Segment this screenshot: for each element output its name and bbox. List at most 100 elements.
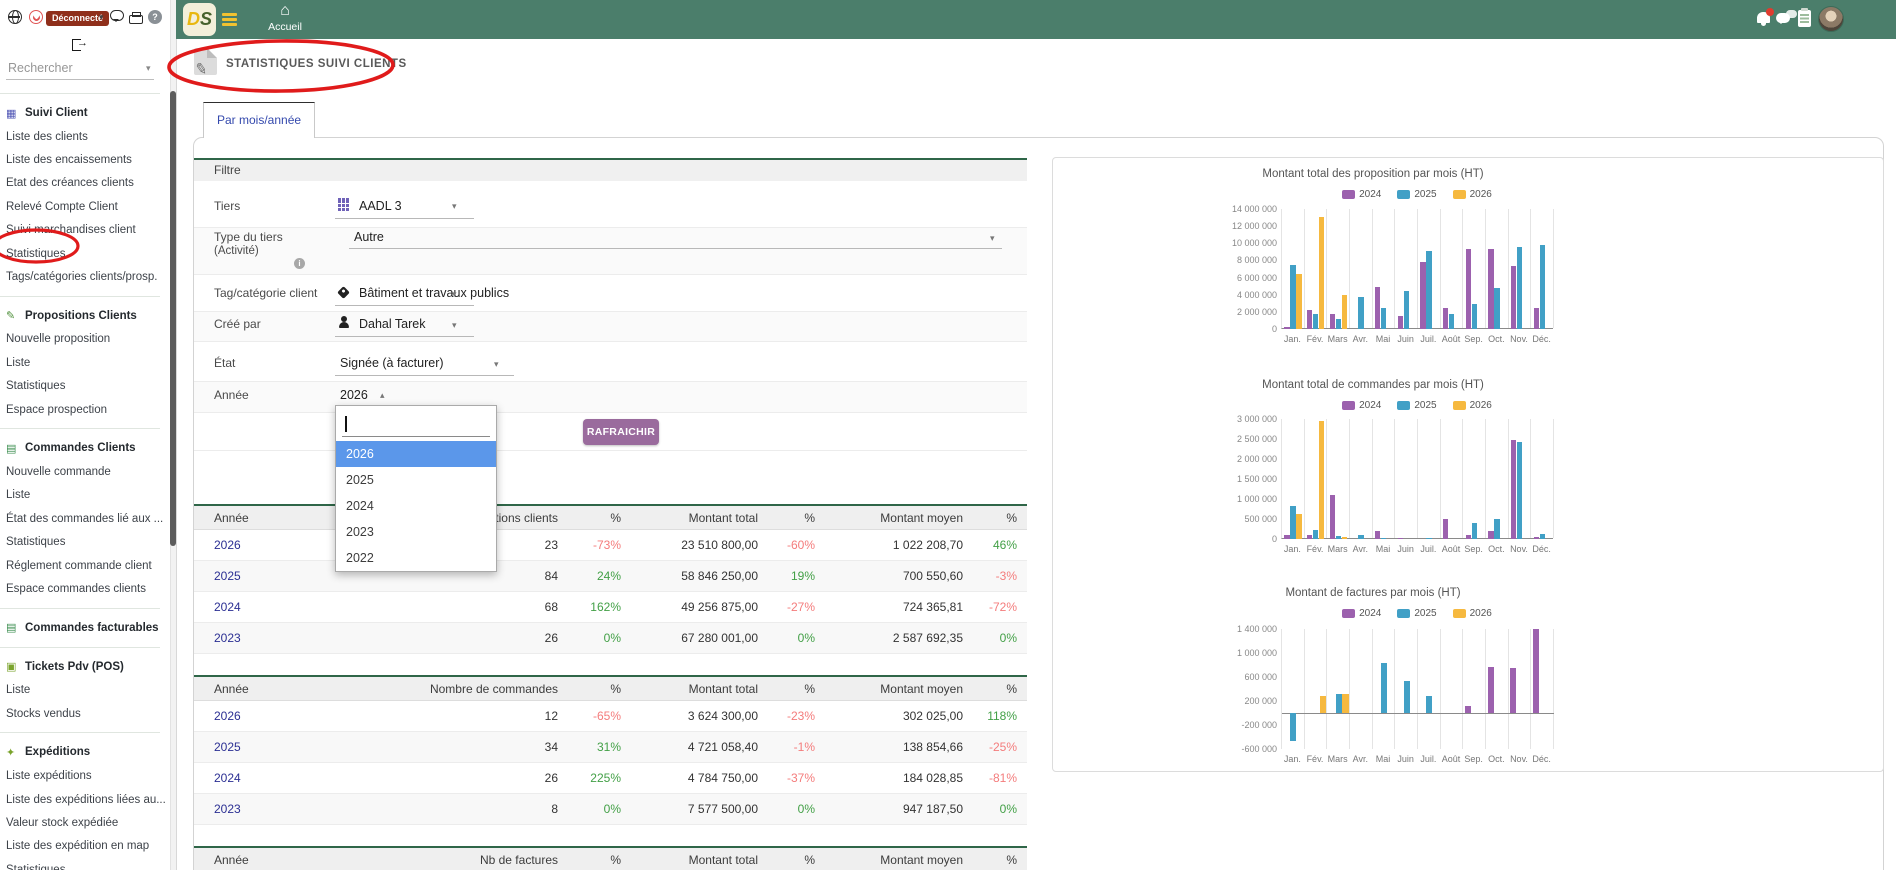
legend-item-2026[interactable]: 2026 xyxy=(1452,400,1492,411)
sidebar-item-releve-compte-client[interactable]: Relevé Compte Client xyxy=(0,195,168,218)
chat-icon[interactable] xyxy=(110,10,124,22)
sidebar-item-statistiques[interactable]: Statistiques xyxy=(0,530,168,553)
bar-2025-Fév. xyxy=(1312,314,1319,329)
sidebar-item-etat-des-commandes-lie-aux[interactable]: État des commandes lié aux ... xyxy=(0,507,168,530)
legend-item-2024[interactable]: 2024 xyxy=(1342,400,1381,411)
hamburger-menu-icon[interactable] xyxy=(222,13,237,26)
year-link[interactable]: 2025 xyxy=(194,569,324,583)
year-link[interactable]: 2026 xyxy=(194,709,324,723)
search-caret-icon[interactable]: ▾ xyxy=(146,63,151,74)
column-header: Nombre de commandes xyxy=(429,681,558,696)
sidebar-item-espace-prospection[interactable]: Espace prospection xyxy=(0,398,168,421)
status-caret-icon[interactable]: ▾ xyxy=(99,12,104,23)
sidebar-item-liste-des-expedition-en-map[interactable]: Liste des expédition en map xyxy=(0,835,168,858)
grid-column xyxy=(1305,629,1328,749)
sidebar-item-liste[interactable]: Liste xyxy=(0,484,168,507)
sidebar-section-propositions-clients[interactable]: ✎ Propositions Clients xyxy=(0,304,168,328)
bar-2024-Nov. xyxy=(1510,266,1517,329)
help-icon[interactable]: ? xyxy=(148,10,162,24)
legend-swatch xyxy=(1342,401,1356,410)
sidebar-item-statistiques[interactable]: Statistiques xyxy=(0,375,168,398)
sidebar-item-tags-categories-clients-prosp[interactable]: Tags/catégories clients/prosp. xyxy=(0,265,168,288)
user-avatar[interactable] xyxy=(1818,6,1844,32)
sidebar-item-stocks-vendus[interactable]: Stocks vendus xyxy=(0,702,168,725)
whatsapp-icon[interactable] xyxy=(29,10,43,24)
sidebar-section-expeditions[interactable]: ✦ Expéditions xyxy=(0,740,168,764)
percent-cell: 19% xyxy=(790,569,815,583)
bar-2024-Juin xyxy=(1397,316,1403,329)
chart-legend: 2024 2025 2026 xyxy=(1261,400,1573,411)
year-option-2025[interactable]: 2025 xyxy=(336,467,496,493)
utility-row: Déconnecté ▾ ? xyxy=(0,10,170,34)
year-link[interactable]: 2024 xyxy=(194,600,324,614)
sidebar-search[interactable]: Rechercher ▾ xyxy=(0,58,166,82)
sidebar-item-liste-expeditions[interactable]: Liste expéditions xyxy=(0,764,168,787)
percent-cell: 0% xyxy=(603,802,621,816)
legend-item-2024[interactable]: 2024 xyxy=(1342,189,1381,200)
year-link[interactable]: 2025 xyxy=(194,740,324,754)
sidebar-section-commandes-clients[interactable]: ▤ Commandes Clients xyxy=(0,436,168,460)
year-search-input[interactable] xyxy=(342,412,490,436)
sidebar-item-liste[interactable]: Liste xyxy=(0,351,168,374)
year-option-2024[interactable]: 2024 xyxy=(336,493,496,519)
app-logo[interactable]: DS xyxy=(183,3,216,36)
clipboard-icon[interactable] xyxy=(1798,8,1811,27)
sidebar-section-tickets-pdv-pos[interactable]: ▣ Tickets Pdv (POS) xyxy=(0,655,168,679)
legend-item-2025[interactable]: 2025 xyxy=(1397,189,1437,200)
tab-par-mois-annee[interactable]: Par mois/année xyxy=(203,102,316,138)
year-option-2023[interactable]: 2023 xyxy=(336,519,496,545)
menu-separator xyxy=(0,607,160,609)
info-icon[interactable]: i xyxy=(294,258,305,269)
topbar-tab-accueil[interactable]: ⌂ Accueil xyxy=(264,2,306,39)
year-option-2026[interactable]: 2026 xyxy=(336,441,496,467)
year-link[interactable]: 2023 xyxy=(194,802,324,816)
legend-item-2026[interactable]: 2026 xyxy=(1452,608,1492,619)
sidebar-item-statistiques[interactable]: Statistiques xyxy=(0,858,168,870)
year-option-2022[interactable]: 2022 xyxy=(336,545,496,571)
bar-2026-Fév. xyxy=(1319,695,1326,713)
sidebar-item-etat-des-creances-clients[interactable]: Etat des créances clients xyxy=(0,172,168,195)
printer-icon[interactable] xyxy=(129,12,143,24)
percent-cell: 162% xyxy=(590,600,621,614)
annee-caret-up-icon[interactable]: ▴ xyxy=(380,390,385,401)
chart-title: Montant total de commandes par mois (HT) xyxy=(1262,379,1484,391)
bar-2024-Oct. xyxy=(1487,666,1494,713)
sidebar-item-statistiques[interactable]: Statistiques xyxy=(0,242,168,265)
column-header: % xyxy=(610,852,621,867)
search-input[interactable]: Rechercher xyxy=(8,61,73,75)
factures-table: Année Nb de factures% Montant total% Montan… xyxy=(194,846,1027,870)
year-dropdown: 2026 2025 2024 2023 2022 xyxy=(335,405,497,572)
refresh-button[interactable]: RAFRAICHIR xyxy=(583,419,659,445)
legend-item-2025[interactable]: 2025 xyxy=(1397,400,1437,411)
sidebar-item-reglement-commande-client[interactable]: Réglement commande client xyxy=(0,554,168,577)
messages-icon[interactable] xyxy=(1776,13,1790,24)
sidebar-item-valeur-stock-expediee[interactable]: Valeur stock expédiée xyxy=(0,811,168,834)
year-link[interactable]: 2023 xyxy=(194,631,324,645)
legend-item-2024[interactable]: 2024 xyxy=(1342,608,1381,619)
cell: 26 xyxy=(544,771,558,785)
sidebar-item-liste-des-encaissements[interactable]: Liste des encaissements xyxy=(0,148,168,171)
sidebar-item-nouvelle-commande[interactable]: Nouvelle commande xyxy=(0,460,168,483)
grid-column xyxy=(1350,419,1373,538)
year-link[interactable]: 2024 xyxy=(194,771,324,785)
sidebar-item-liste-des-expeditions-liees-au[interactable]: Liste des expéditions liées au... xyxy=(0,788,168,811)
sidebar-item-liste[interactable]: Liste xyxy=(0,679,168,702)
annee-combobox[interactable]: 2026 xyxy=(340,388,368,402)
bar-2024-Sep. xyxy=(1465,534,1471,539)
legend-item-2026[interactable]: 2026 xyxy=(1452,189,1492,200)
sidebar-item-liste-des-clients[interactable]: Liste des clients xyxy=(0,125,168,148)
y-tick-label: 500 000 xyxy=(1244,514,1277,524)
sidebar-section-commandes-facturables[interactable]: ▤ Commandes facturables xyxy=(0,616,168,640)
sidebar-item-espace-commandes-clients[interactable]: Espace commandes clients xyxy=(0,577,168,600)
sidebar-scrollbar-thumb[interactable] xyxy=(170,91,176,546)
grid-column xyxy=(1531,419,1554,538)
sidebar-item-nouvelle-proposition[interactable]: Nouvelle proposition xyxy=(0,328,168,351)
chart-legend: 2024 2025 2026 xyxy=(1261,189,1573,200)
legend-item-2025[interactable]: 2025 xyxy=(1397,608,1437,619)
bar-2024-Août xyxy=(1442,519,1449,539)
year-link[interactable]: 2026 xyxy=(194,538,324,552)
logout-button[interactable]: → xyxy=(72,37,96,54)
sidebar-section-suivi-client[interactable]: ▦ Suivi Client xyxy=(0,101,168,125)
globe-icon[interactable] xyxy=(8,10,22,24)
sidebar-item-suivi-marchandises-client[interactable]: Suivi marchandises client xyxy=(0,219,168,242)
